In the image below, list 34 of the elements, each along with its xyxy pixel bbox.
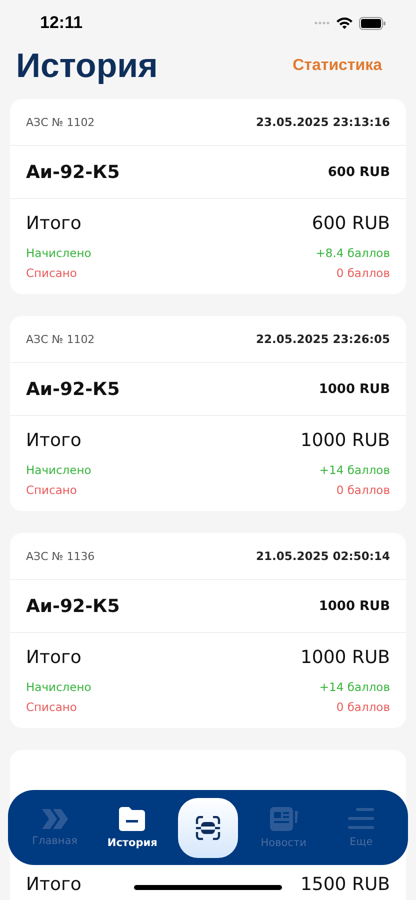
fuel-amount: 600 RUB (328, 164, 390, 180)
total-label: Итого (26, 430, 82, 451)
total-amount: 600 RUB (312, 213, 390, 234)
accrued-points: +14 баллов (319, 680, 390, 694)
debited-points: 0 баллов (336, 483, 390, 497)
fuel-name: Аи-92-К5 (26, 162, 120, 182)
fuel-amount: 1000 RUB (318, 382, 390, 396)
fuel-amount: 1000 RUB (318, 598, 390, 614)
debited-points: 0 баллов (336, 700, 390, 714)
debited-label: Списано (26, 700, 77, 714)
transaction-datetime: 21.05.2025 02:50:14 (256, 549, 390, 563)
station-number: АЗС № 1102 (26, 332, 95, 346)
page-title: История (16, 46, 158, 86)
station-number: АЗС № 1136 (26, 550, 95, 562)
total-amount: 1000 RUB (300, 647, 390, 668)
total-amount: 1000 RUB (300, 430, 390, 451)
fuel-name: Аи-92-К5 (26, 596, 120, 616)
total-label: Итого (26, 213, 82, 234)
transaction-datetime: 22.05.2025 23:26:05 (256, 332, 390, 346)
accrued-points: +14 баллов (319, 463, 390, 477)
accrued-points: +8.4 баллов (316, 246, 390, 260)
total-label: Итого (26, 647, 82, 668)
transaction-datetime: 23.05.2025 23:13:16 (256, 115, 390, 129)
accrued-label: Начислено (26, 246, 92, 260)
debited-label: Списано (26, 483, 77, 497)
accrued-label: Начислено (26, 463, 92, 477)
status-time: 12:11 (40, 13, 83, 33)
total-label: Итого (26, 874, 82, 895)
station-number: АЗС № 1102 (26, 116, 95, 128)
debited-label: Списано (26, 266, 77, 280)
total-amount: 1500 RUB (300, 874, 390, 895)
fuel-name: Аи-92-К5 (26, 378, 120, 400)
debited-points: 0 баллов (336, 266, 390, 280)
accrued-label: Начислено (26, 680, 92, 694)
